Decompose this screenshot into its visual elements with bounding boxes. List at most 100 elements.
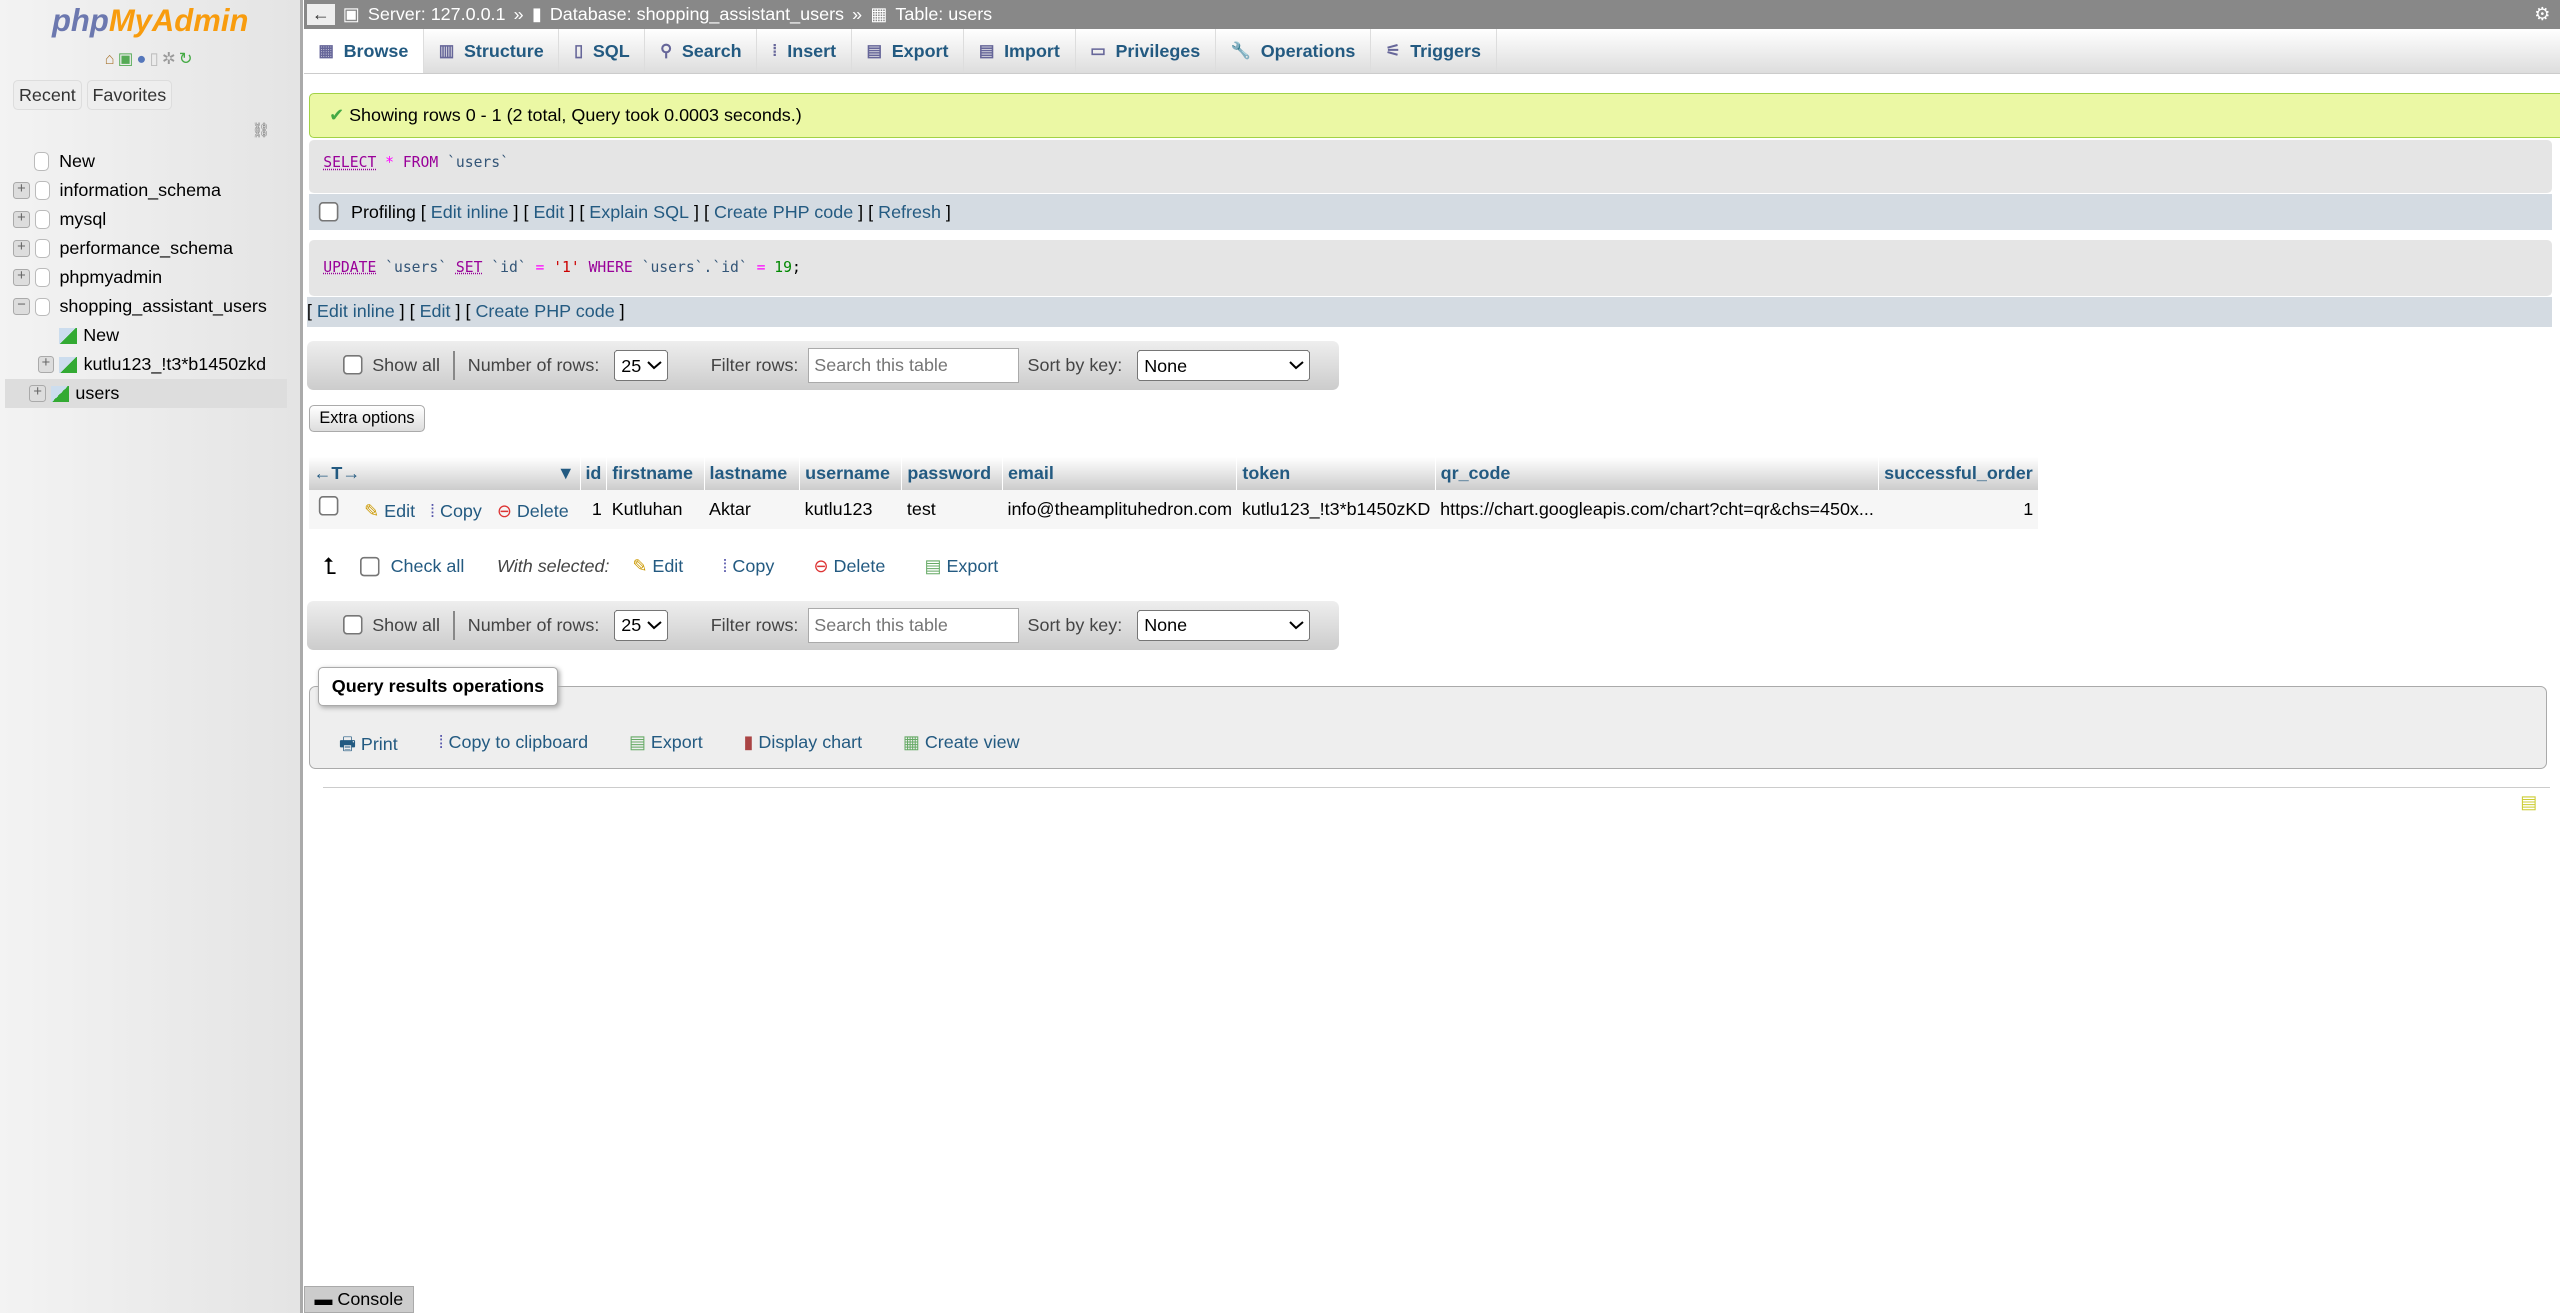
profiling-checkbox[interactable] (318, 201, 340, 223)
tree-item-mysql[interactable]: + mysql (13, 205, 287, 234)
tree-item-new[interactable]: New (13, 147, 287, 176)
export-link[interactable]: ▤ Export (629, 732, 703, 762)
column-header-password[interactable]: password (901, 457, 1004, 490)
create-php-code-link[interactable]: Create PHP code (475, 301, 614, 322)
expand-icon[interactable]: + (29, 385, 47, 403)
tab-insert[interactable]: ⁞ Insert (757, 29, 852, 74)
sort-dropdown-icon[interactable]: ▼ (557, 463, 575, 484)
tab-triggers[interactable]: ⚟ Triggers (1371, 29, 1497, 74)
column-header-token[interactable]: token (1236, 457, 1436, 490)
reload-icon[interactable]: ↻ (179, 50, 196, 68)
row-copy-link[interactable]: ⁞ Copy (430, 501, 482, 521)
tree-item-shopping-assistant-users[interactable]: − shopping_assistant_users (13, 292, 287, 321)
breadcrumb-table[interactable]: Table: users (895, 4, 992, 25)
tab-search[interactable]: ⚲ Search (645, 29, 758, 74)
cell-qr-code[interactable]: https://chart.googleapis.com/chart?cht=q… (1435, 489, 1879, 529)
expand-icon[interactable]: + (13, 211, 30, 228)
bulk-delete-button[interactable]: ⊖ Delete (813, 556, 885, 577)
create-php-code-link[interactable]: Create PHP code (714, 202, 853, 223)
check-all-checkbox[interactable] (359, 556, 381, 578)
column-header-qr-code[interactable]: qr_code (1435, 457, 1880, 490)
tab-privileges[interactable]: ▭ Privileges (1076, 29, 1216, 74)
new-db-icon (34, 152, 50, 171)
column-header-email[interactable]: email (1002, 457, 1238, 490)
bookmark-icon[interactable]: ▤ (2520, 792, 2537, 813)
column-header-firstname[interactable]: firstname (606, 457, 705, 490)
cell-successful-order[interactable]: 1 (1878, 489, 2039, 529)
link-icon[interactable]: ⛓ (251, 121, 270, 139)
cell-password[interactable]: test (901, 489, 1003, 529)
cell-lastname[interactable]: Aktar (704, 489, 800, 529)
tree-item-kutlu-table[interactable]: + kutlu123_!t3*b1450zkd (13, 350, 287, 379)
edit-link[interactable]: Edit (420, 301, 451, 322)
refresh-link[interactable]: Refresh (878, 202, 941, 223)
sql-number: 19 (774, 259, 792, 276)
number-of-rows-select[interactable]: 25 (614, 609, 669, 641)
help-icon[interactable]: ● (136, 50, 149, 68)
bulk-edit-button[interactable]: ✎ Edit (632, 556, 683, 577)
tree-item-users[interactable]: + users (4, 379, 288, 409)
logout-icon[interactable]: ▣ (118, 50, 137, 68)
console-toggle[interactable]: ▬ Console (303, 1286, 414, 1313)
sort-by-key-select[interactable]: None (1137, 350, 1311, 382)
copy-to-clipboard-link[interactable]: ⁞ Copy to clipboard (439, 732, 589, 762)
tree-item-performance-schema[interactable]: + performance_schema (13, 234, 287, 263)
recent-tab[interactable]: Recent (13, 80, 82, 110)
tab-export[interactable]: ▤ Export (852, 29, 965, 74)
edit-inline-link[interactable]: Edit inline (317, 301, 395, 322)
edit-inline-link[interactable]: Edit inline (431, 202, 509, 223)
check-all-link[interactable]: Check all (391, 556, 465, 577)
tab-import[interactable]: ▤ Import (964, 29, 1076, 74)
collapse-sidebar-icon[interactable]: ← (306, 4, 335, 26)
bulk-copy-button[interactable]: ⁞ Copy (722, 556, 774, 577)
show-all-checkbox[interactable] (342, 614, 365, 636)
filter-rows-input[interactable] (808, 608, 1020, 643)
gear-icon[interactable]: ⚙ (2534, 4, 2550, 25)
tab-structure[interactable]: ▥ Structure (424, 29, 560, 74)
edit-link[interactable]: Edit (533, 202, 564, 223)
cell-firstname[interactable]: Kutluhan (606, 489, 705, 529)
tree-item-information-schema[interactable]: + information_schema (13, 176, 287, 205)
favorites-tab[interactable]: Favorites (86, 80, 173, 110)
expand-icon[interactable]: + (13, 269, 30, 286)
breadcrumb-database[interactable]: Database: shopping_assistant_users (550, 4, 844, 25)
home-icon[interactable]: ⌂ (105, 50, 118, 68)
row-delete-link[interactable]: ⊖ Delete (497, 501, 569, 521)
breadcrumb-separator: » (852, 4, 863, 25)
settings-icon[interactable]: ✲ (162, 50, 179, 68)
row-checkbox[interactable] (318, 496, 340, 518)
display-chart-link[interactable]: ▮ Display chart (744, 732, 863, 762)
create-view-link[interactable]: ▦ Create view (903, 732, 1020, 762)
show-all-checkbox[interactable] (342, 355, 365, 377)
expand-icon[interactable]: + (37, 356, 55, 374)
row-edit-link[interactable]: ✎ Edit (364, 501, 415, 521)
column-header-lastname[interactable]: lastname (704, 457, 801, 490)
collapse-icon[interactable]: − (13, 298, 30, 316)
number-of-rows-select[interactable]: 25 (614, 350, 669, 382)
column-header-username[interactable]: username (799, 457, 903, 490)
breadcrumb-server[interactable]: Server: 127.0.0.1 (368, 4, 506, 25)
tab-browse[interactable]: ▦ Browse (303, 29, 425, 74)
bulk-export-button[interactable]: ▤ Export (925, 556, 999, 577)
sort-by-key-select[interactable]: None (1137, 609, 1311, 641)
arrows-icon[interactable]: ←T→ (313, 463, 360, 483)
expand-icon[interactable]: + (13, 240, 30, 257)
extra-options-button[interactable]: Extra options (308, 404, 426, 433)
expand-icon[interactable]: + (13, 182, 30, 199)
phpmyadmin-logo[interactable]: phpMyAdmin (0, 0, 300, 39)
column-header-successful-order[interactable]: successful_order (1878, 457, 2039, 490)
column-header-id[interactable]: id (580, 457, 608, 490)
tab-operations[interactable]: 🔧 Operations (1216, 29, 1372, 74)
tree-item-new-table[interactable]: New (13, 321, 287, 350)
cell-token[interactable]: kutlu123_!t3*b1450zKD (1236, 489, 1436, 529)
cell-username[interactable]: kutlu123 (799, 489, 902, 529)
explain-sql-link[interactable]: Explain SQL (589, 202, 689, 223)
cell-id[interactable]: 1 (580, 489, 607, 529)
filter-rows-input[interactable] (808, 348, 1020, 384)
tree-item-phpmyadmin[interactable]: + phpmyadmin (13, 263, 287, 292)
sql-keyword: UPDATE (323, 259, 377, 276)
docs-icon[interactable]: ▯ (150, 50, 162, 68)
tab-sql[interactable]: ▯ SQL (559, 29, 646, 74)
cell-email[interactable]: info@theamplituhedron.com (1002, 489, 1237, 529)
print-link[interactable]: 🖶 Print (339, 732, 398, 762)
